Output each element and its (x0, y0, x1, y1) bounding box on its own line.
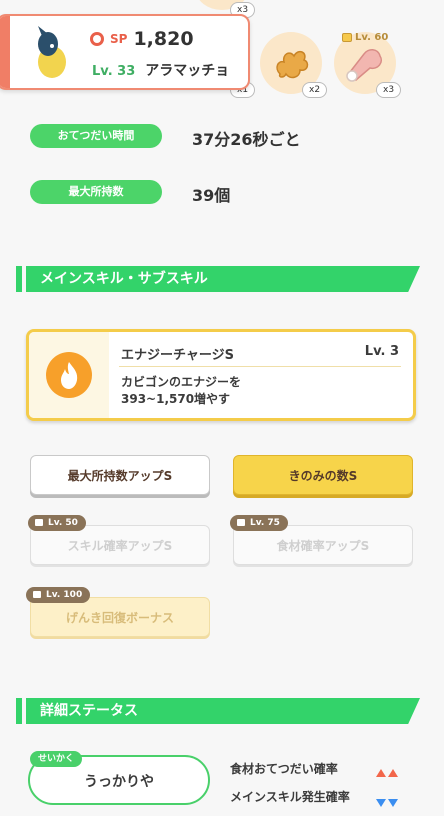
skills-section-header: メインスキル・サブスキル (16, 266, 420, 292)
pokemon-card[interactable]: SP 1,820 Lv. 33 アラマッチョ (0, 14, 250, 90)
sub-skill-1-button[interactable]: 最大所持数アップS (30, 455, 210, 495)
effect-down-label: メインスキル発生確率 (230, 790, 350, 804)
sp-row: SP 1,820 (90, 28, 194, 50)
main-skill-level: Lv. 3 (364, 344, 399, 359)
max-carry-label: 最大所持数 (30, 180, 162, 204)
help-time-label: おてつだい時間 (30, 124, 162, 148)
sub-skill-4-button[interactable]: 食材確率アップS (233, 525, 413, 565)
divider (119, 366, 401, 367)
max-carry-value: 39個 (192, 186, 231, 205)
sub-skill-2-button[interactable]: きのみの数S (233, 455, 413, 495)
sp-value: 1,820 (133, 28, 194, 50)
skills-section-title: メインスキル・サブスキル (40, 271, 208, 287)
pokemon-avatar (22, 22, 82, 82)
pokemon-level: Lv. 33 (92, 64, 136, 79)
item-count-3: x3 (376, 82, 402, 98)
pokemon-name: アラマッチョ (145, 63, 230, 79)
card-accent-bar (0, 16, 10, 88)
help-time-value: 37分26秒ごと (192, 130, 301, 149)
sub-skill-5-button[interactable]: げんき回復ボーナス (30, 597, 210, 637)
sub-skill-3-button[interactable]: スキル確率アップS (30, 525, 210, 565)
sub-skill-5-lock-tag: Lv. 100 (26, 587, 91, 603)
nature-value: うっかりや (84, 774, 154, 790)
sub-skill-4-lock-tag: Lv. 75 (230, 515, 288, 531)
detail-section-title: 詳細ステータス (40, 703, 138, 719)
effect-up-label: 食材おてつだい確率 (230, 762, 338, 776)
sp-label: SP (110, 32, 128, 46)
lock-icon (35, 519, 43, 526)
main-skill-card[interactable]: エナジーチャージS Lv. 3 カビゴンのエナジーを 393~1,570増やす (26, 329, 416, 421)
item-count-2: x2 (302, 82, 328, 98)
lock-icon (237, 519, 245, 526)
fire-icon (46, 352, 92, 398)
down-arrows-icon (374, 792, 398, 811)
nature-tag: せいかく (30, 751, 83, 767)
main-skill-name: エナジーチャージS (121, 348, 234, 363)
item-lock-level: Lv. 60 (342, 32, 388, 43)
lock-icon (342, 33, 352, 42)
sp-icon (90, 32, 104, 46)
level-row: Lv. 33 アラマッチョ (92, 60, 229, 80)
pokemon-header: x3 x1 x2 Lv. 60 x3 SP 1,820 Lv. 33 アラマッチ… (0, 0, 444, 110)
detail-section-header: 詳細ステータス (16, 698, 420, 724)
up-arrows-icon (374, 762, 398, 781)
sub-skill-3-lock-tag: Lv. 50 (28, 515, 86, 531)
main-skill-description: カビゴンのエナジーを 393~1,570増やす (121, 375, 242, 406)
lock-icon (33, 591, 41, 598)
